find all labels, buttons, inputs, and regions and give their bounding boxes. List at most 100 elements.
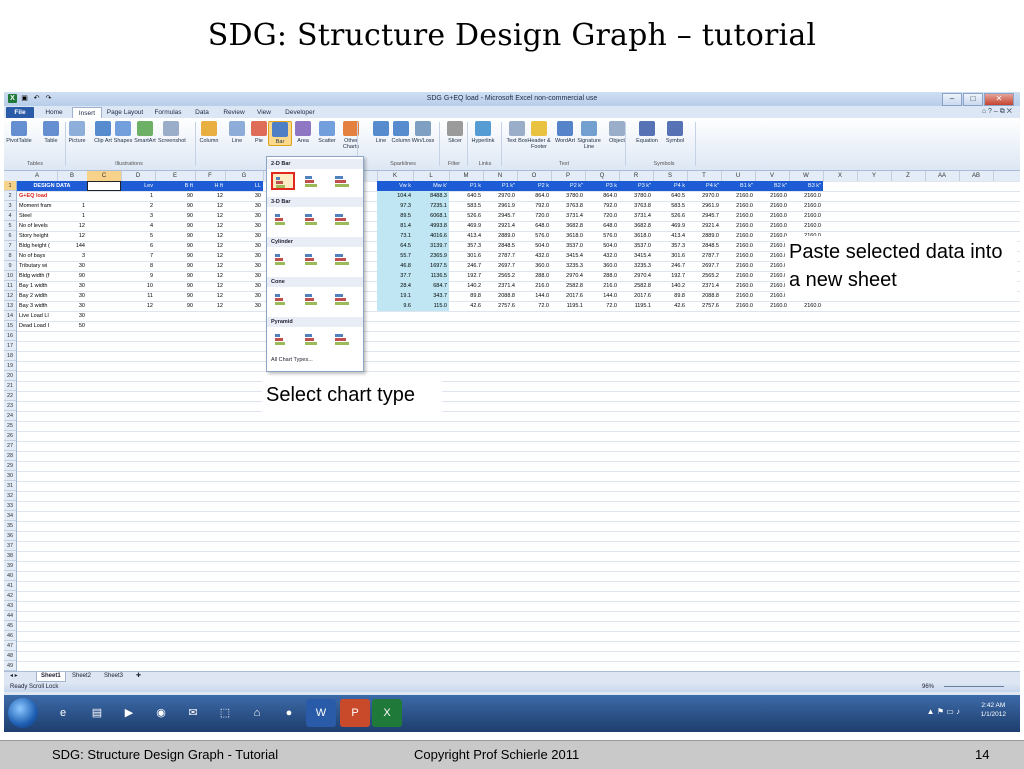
column-header-aa[interactable]: AA <box>925 171 960 181</box>
row-header[interactable]: 5 <box>4 221 16 231</box>
data-cell[interactable]: 576.0 <box>517 231 551 241</box>
row-header[interactable]: 46 <box>4 631 16 641</box>
selected-cell[interactable] <box>87 181 121 191</box>
data-cell[interactable]: 140.2 <box>653 281 687 291</box>
data-cell[interactable]: 504.0 <box>585 241 619 251</box>
row-header[interactable]: 6 <box>4 231 16 241</box>
data-cell[interactable]: 30 <box>225 211 263 221</box>
row-header[interactable]: 45 <box>4 621 16 631</box>
ribbon-scatter-button[interactable]: Scatter <box>314 121 340 144</box>
row-header[interactable]: 43 <box>4 601 16 611</box>
data-cell[interactable]: 3537.0 <box>619 241 653 251</box>
row-header[interactable]: 48 <box>4 651 16 661</box>
data-cell[interactable]: 37.7 <box>377 271 413 281</box>
data-cell[interactable]: 864.0 <box>585 191 619 201</box>
data-cell[interactable]: 2160.0 <box>789 191 823 201</box>
data-cell[interactable] <box>121 321 155 331</box>
data-cell[interactable]: 2787.7 <box>483 251 517 261</box>
bar-chart-option-icon[interactable] <box>271 172 295 190</box>
data-cell[interactable]: Steel <box>17 211 59 221</box>
data-cell[interactable]: 2160.0 <box>721 211 755 221</box>
data-cell[interactable]: 432.0 <box>585 251 619 261</box>
zoom-slider[interactable] <box>944 686 1004 687</box>
data-cell[interactable]: 2160.0 <box>755 251 789 261</box>
bar-chart-option-icon[interactable] <box>271 330 295 348</box>
data-cell[interactable]: 1 <box>121 191 155 201</box>
new-sheet-icon[interactable]: ✚ <box>132 672 145 681</box>
row-header[interactable]: 13 <box>4 301 16 311</box>
data-cell[interactable]: 3763.8 <box>551 201 585 211</box>
mail-icon[interactable]: ✉ <box>178 699 208 727</box>
header-cell[interactable]: B ft <box>155 181 195 191</box>
data-cell[interactable]: 2945.7 <box>687 211 721 221</box>
row-header[interactable]: 32 <box>4 491 16 501</box>
data-cell[interactable]: 2365.9 <box>413 251 449 261</box>
data-cell[interactable]: 2088.8 <box>483 291 517 301</box>
ribbon-hyperlink-button[interactable]: Hyperlink <box>470 121 496 144</box>
row-header[interactable]: 34 <box>4 511 16 521</box>
data-cell[interactable]: 12 <box>195 231 225 241</box>
data-cell[interactable]: 2160.0 <box>721 221 755 231</box>
close-button[interactable]: ✕ <box>984 93 1014 106</box>
media-player-icon[interactable]: ▶ <box>114 699 144 727</box>
data-cell[interactable]: 246.7 <box>653 261 687 271</box>
data-cell[interactable]: 30 <box>225 221 263 231</box>
header-cell[interactable]: P1 k" <box>483 181 517 191</box>
ribbon-header-footer-button[interactable]: Header & Footer <box>526 121 552 150</box>
data-cell[interactable]: Moment fram <box>17 201 59 211</box>
row-header[interactable]: 8 <box>4 251 16 261</box>
data-cell[interactable]: 2088.8 <box>687 291 721 301</box>
bar-chart-option-icon[interactable] <box>301 330 325 348</box>
header-cell[interactable]: B1 k" <box>721 181 755 191</box>
data-cell[interactable] <box>195 321 225 331</box>
data-cell[interactable]: 2889.0 <box>687 231 721 241</box>
data-cell[interactable]: 3731.4 <box>619 211 653 221</box>
header-cell[interactable]: P4 k <box>653 181 687 191</box>
header-cell[interactable]: P2 k <box>517 181 551 191</box>
data-cell[interactable] <box>195 311 225 321</box>
ribbon-screenshot-button[interactable]: Screenshot <box>158 121 186 144</box>
data-cell[interactable]: 357.3 <box>653 241 687 251</box>
data-cell[interactable] <box>121 311 155 321</box>
data-cell[interactable] <box>225 321 263 331</box>
data-cell[interactable]: 42.6 <box>449 301 483 311</box>
data-cell[interactable]: 90 <box>57 271 87 281</box>
data-cell[interactable]: 90 <box>155 241 195 251</box>
data-cell[interactable]: Tributary wi <box>17 261 59 271</box>
row-header[interactable]: 19 <box>4 361 16 371</box>
data-cell[interactable]: 2160.0 <box>755 301 789 311</box>
column-header-n[interactable]: N <box>483 171 518 181</box>
data-cell[interactable]: 1 <box>57 211 87 221</box>
row-header[interactable]: 1 <box>4 181 16 191</box>
data-cell[interactable]: No of bays <box>17 251 59 261</box>
start-button[interactable] <box>8 698 38 728</box>
data-cell[interactable]: 115.0 <box>413 301 449 311</box>
column-header-q[interactable]: Q <box>585 171 620 181</box>
data-cell[interactable]: 2970.4 <box>619 271 653 281</box>
hp-icon[interactable]: ◉ <box>146 699 176 727</box>
data-cell[interactable]: 2565.2 <box>687 271 721 281</box>
column-header-t[interactable]: T <box>687 171 722 181</box>
column-header-z[interactable]: Z <box>891 171 926 181</box>
column-header-c[interactable]: C <box>87 171 122 181</box>
ribbon-wordart-button[interactable]: WordArt <box>552 121 578 144</box>
row-header[interactable]: 38 <box>4 551 16 561</box>
data-cell[interactable]: 3780.0 <box>551 191 585 201</box>
header-cell[interactable]: Vw k <box>377 181 413 191</box>
header-cell[interactable]: H ft <box>195 181 225 191</box>
row-header[interactable]: 27 <box>4 441 16 451</box>
bar-chart-option-icon[interactable] <box>271 290 295 308</box>
header-cell[interactable]: B2 k" <box>755 181 789 191</box>
data-cell[interactable]: 2160.0 <box>721 201 755 211</box>
data-cell[interactable]: 50 <box>57 321 87 331</box>
data-cell[interactable]: 4993.8 <box>413 221 449 231</box>
data-cell[interactable]: 8488.3 <box>413 191 449 201</box>
data-cell[interactable]: 90 <box>155 301 195 311</box>
data-cell[interactable]: 648.0 <box>585 221 619 231</box>
data-cell[interactable]: 81.4 <box>377 221 413 231</box>
row-header[interactable]: 21 <box>4 381 16 391</box>
data-cell[interactable]: 2921.4 <box>483 221 517 231</box>
data-cell[interactable]: 72.0 <box>585 301 619 311</box>
data-cell[interactable]: 2970.0 <box>483 191 517 201</box>
data-cell[interactable]: 12 <box>57 231 87 241</box>
